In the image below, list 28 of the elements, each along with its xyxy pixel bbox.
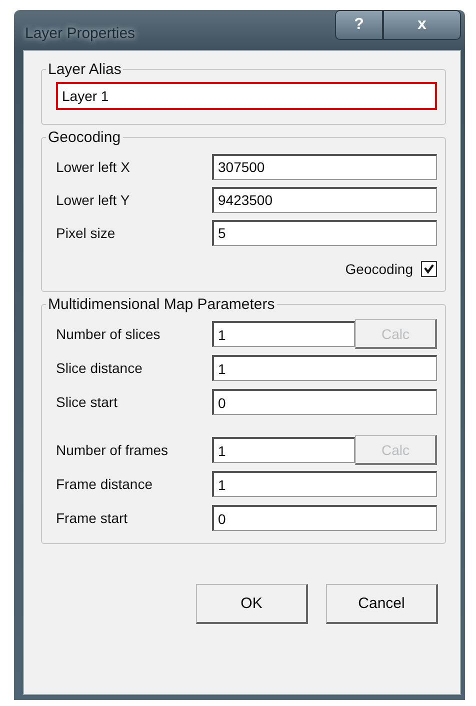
input-field[interactable]: 307500 [212, 154, 437, 180]
input-field[interactable]: 1 [212, 355, 437, 381]
input-field[interactable]: 5 [212, 220, 437, 246]
input-field[interactable]: Layer 1 [56, 82, 437, 110]
checkbox-label: Geocoding [345, 261, 413, 277]
field-label: Slice start [56, 394, 118, 410]
group-title: Layer Alias [47, 61, 122, 78]
field-label: Lower left Y [56, 192, 131, 208]
close-button[interactable]: x [383, 10, 461, 40]
field-label: Number of slices [56, 326, 162, 342]
dialog-button[interactable]: Cancel [326, 584, 438, 624]
field-label: Lower left X [56, 158, 131, 174]
checkbox[interactable] [421, 261, 437, 277]
field-label: Slice distance [56, 360, 144, 376]
window-title: Layer Properties [24, 24, 136, 42]
group-title: Multidimensional Map Parameters [47, 296, 276, 313]
field-label: Frame distance [56, 476, 154, 492]
input-field[interactable]: 0 [212, 389, 437, 415]
input-field[interactable]: 1 [212, 471, 437, 497]
field-label: Number of frames [56, 442, 170, 458]
input-field[interactable]: 1 [212, 437, 355, 463]
dialog-button[interactable]: OK [196, 584, 308, 624]
input-field[interactable]: 9423500 [212, 186, 437, 212]
input-field[interactable]: 1 [212, 321, 355, 347]
group-title: Geocoding [47, 129, 122, 146]
input-field[interactable]: 0 [212, 505, 437, 531]
field-label: Pixel size [56, 224, 116, 240]
field-label: Frame start [56, 510, 129, 526]
